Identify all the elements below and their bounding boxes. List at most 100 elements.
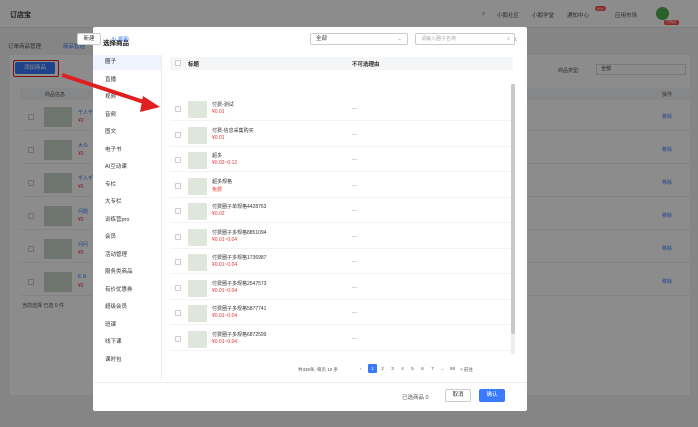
- goods-name: 付费圈子多规格5877741: [212, 306, 267, 312]
- category-item[interactable]: 直播: [93, 73, 161, 88]
- unselectable-reason: ---: [352, 182, 357, 189]
- page-button[interactable]: 7: [428, 364, 437, 373]
- chosen-count: 已选商品 0: [402, 395, 429, 401]
- chevron-down-icon: ⌄: [397, 36, 402, 42]
- category-item[interactable]: 视频: [93, 90, 161, 105]
- table-row[interactable]: 付费圈子多规格1736987 ¥0.01~0.04 ---: [170, 251, 513, 274]
- goods-thumbnail: [188, 203, 207, 220]
- search-placeholder: 请输入圈子名称: [421, 36, 457, 42]
- confirm-button[interactable]: 确认: [479, 389, 505, 402]
- pager-total: 共336条, 每页 10 条: [298, 367, 339, 372]
- goods-price: ¥0.01~0.04: [212, 287, 238, 294]
- goods-name: 付费圈子多规格2547573: [212, 280, 267, 287]
- row-checkbox[interactable]: [175, 233, 181, 240]
- category-item[interactable]: 课时包: [93, 353, 161, 368]
- col-reason: 不可选理由: [352, 62, 380, 68]
- search-icon: ⌕: [507, 36, 510, 42]
- unselectable-reason: ---: [352, 310, 357, 316]
- row-checkbox[interactable]: [175, 157, 181, 163]
- goods-price: 免费: [212, 186, 223, 193]
- row-checkbox[interactable]: [175, 106, 181, 112]
- unselectable-reason: ---: [352, 131, 357, 138]
- page-button[interactable]: 3: [388, 364, 397, 373]
- category-item[interactable]: AI互动课: [93, 160, 161, 175]
- row-checkbox[interactable]: [175, 284, 181, 291]
- table-row[interactable]: 付费-信息采集购买 ¥0.01 ---: [170, 124, 513, 147]
- new-button[interactable]: 新建: [77, 33, 101, 45]
- category-item[interactable]: 电子书: [93, 143, 161, 158]
- page-button[interactable]: 2: [378, 364, 387, 373]
- table-row[interactable]: 付费圈子多规格2547573 ¥0.01~0.04 ---: [170, 277, 513, 300]
- category-item[interactable]: 超级会员: [93, 300, 161, 315]
- scrollbar[interactable]: [511, 84, 515, 354]
- unselectable-reason: ---: [352, 335, 357, 342]
- category-item[interactable]: 有价优惠券: [93, 283, 161, 298]
- prev-page-icon[interactable]: ‹: [356, 364, 365, 373]
- row-checkbox[interactable]: [175, 208, 181, 214]
- page-button[interactable]: 4: [398, 364, 407, 373]
- divider: [161, 55, 162, 380]
- goods-thumbnail: [188, 279, 207, 297]
- goods-price: ¥0.02: [212, 211, 225, 217]
- category-item[interactable]: 专栏: [93, 178, 161, 193]
- category-item[interactable]: 训练营pro: [93, 213, 161, 228]
- goods-thumbnail: [188, 228, 207, 246]
- unselectable-reason: ---: [352, 233, 357, 240]
- goods-thumbnail: [188, 254, 207, 271]
- row-checkbox[interactable]: [175, 182, 181, 189]
- page-button[interactable]: 68: [448, 364, 457, 373]
- goods-name: 付费-信息采集购买: [212, 127, 254, 134]
- goods-thumbnail: [188, 101, 207, 118]
- page-button[interactable]: 1: [368, 364, 377, 373]
- goto-page[interactable]: > 前往: [460, 367, 473, 373]
- unselectable-reason: ---: [352, 106, 357, 112]
- scrollbar-thumb[interactable]: [511, 84, 515, 334]
- goods-thumbnail: [188, 330, 207, 348]
- row-checkbox[interactable]: [175, 131, 181, 138]
- refresh-icon: ↻: [112, 37, 117, 43]
- unselectable-reason: ---: [352, 259, 357, 265]
- page-button[interactable]: ...: [438, 364, 447, 373]
- goods-price: ¥0.01: [212, 109, 225, 115]
- goods-price: ¥0.01~0.04: [212, 236, 238, 243]
- table-row[interactable]: 付费-测试 ¥0.01 ---: [170, 98, 513, 121]
- table-row[interactable]: 付费圈子多规格5877741 ¥0.01~0.04 ---: [170, 302, 513, 325]
- table-header: 标题 不可选理由: [170, 57, 513, 70]
- pagination: 共336条, 每页 10 条 ‹ 1 2 3 4 5 6 7... 68 > 前往: [170, 364, 513, 376]
- category-item[interactable]: 班课: [93, 318, 161, 333]
- refresh-button[interactable]: ↻ 刷新: [112, 35, 129, 43]
- category-item[interactable]: 音频: [93, 108, 161, 123]
- category-item[interactable]: 线下课: [93, 335, 161, 350]
- goods-name: 付费圈子多规格6872599: [212, 331, 267, 338]
- category-item[interactable]: 服务类商品: [93, 265, 161, 280]
- page-button[interactable]: 5: [408, 364, 417, 373]
- table-row[interactable]: 付费圈子单规格4428763 ¥0.02 ---: [170, 200, 513, 223]
- select-all-checkbox[interactable]: [175, 60, 181, 66]
- category-item[interactable]: 活动管理: [93, 248, 161, 263]
- category-item[interactable]: 图文: [93, 125, 161, 140]
- goods-price: ¥0.01~0.04: [212, 338, 238, 345]
- category-item[interactable]: 圈子: [93, 55, 161, 70]
- unselectable-reason: ---: [352, 284, 357, 291]
- table-row[interactable]: 超多规格 免费 ---: [170, 175, 513, 198]
- category-item[interactable]: 会员: [93, 230, 161, 245]
- table-row[interactable]: 付费圈子多规格8851094 ¥0.01~0.04 ---: [170, 226, 513, 249]
- footer-divider: [93, 382, 527, 383]
- goods-name: 付费圈子多规格8851094: [212, 229, 267, 236]
- filter-select[interactable]: 全部 ⌄: [310, 33, 408, 45]
- cancel-button[interactable]: 取消: [445, 389, 471, 402]
- goods-name: 付费圈子单规格4428763: [212, 204, 267, 210]
- goods-name: 付费-测试: [212, 102, 234, 108]
- unselectable-reason: ---: [352, 157, 357, 163]
- goods-price: ¥0.01: [212, 134, 225, 141]
- row-checkbox[interactable]: [175, 259, 181, 265]
- table-row[interactable]: 超多 ¥0.02~0.12 ---: [170, 149, 513, 172]
- row-checkbox[interactable]: [175, 335, 181, 342]
- table-row[interactable]: 付费圈子多规格6872599 ¥0.01~0.04 ---: [170, 328, 513, 351]
- goods-thumbnail: [188, 305, 207, 322]
- row-checkbox[interactable]: [175, 310, 181, 316]
- category-sidebar: 圈子直播视频音频图文电子书 AI互动课专栏大专栏训练营pro 会员活动管理服务类商品…: [93, 55, 161, 380]
- page-button[interactable]: 6: [418, 364, 427, 373]
- category-item[interactable]: 大专栏: [93, 195, 161, 210]
- search-input[interactable]: 请输入圈子名称 ⌕: [415, 33, 515, 45]
